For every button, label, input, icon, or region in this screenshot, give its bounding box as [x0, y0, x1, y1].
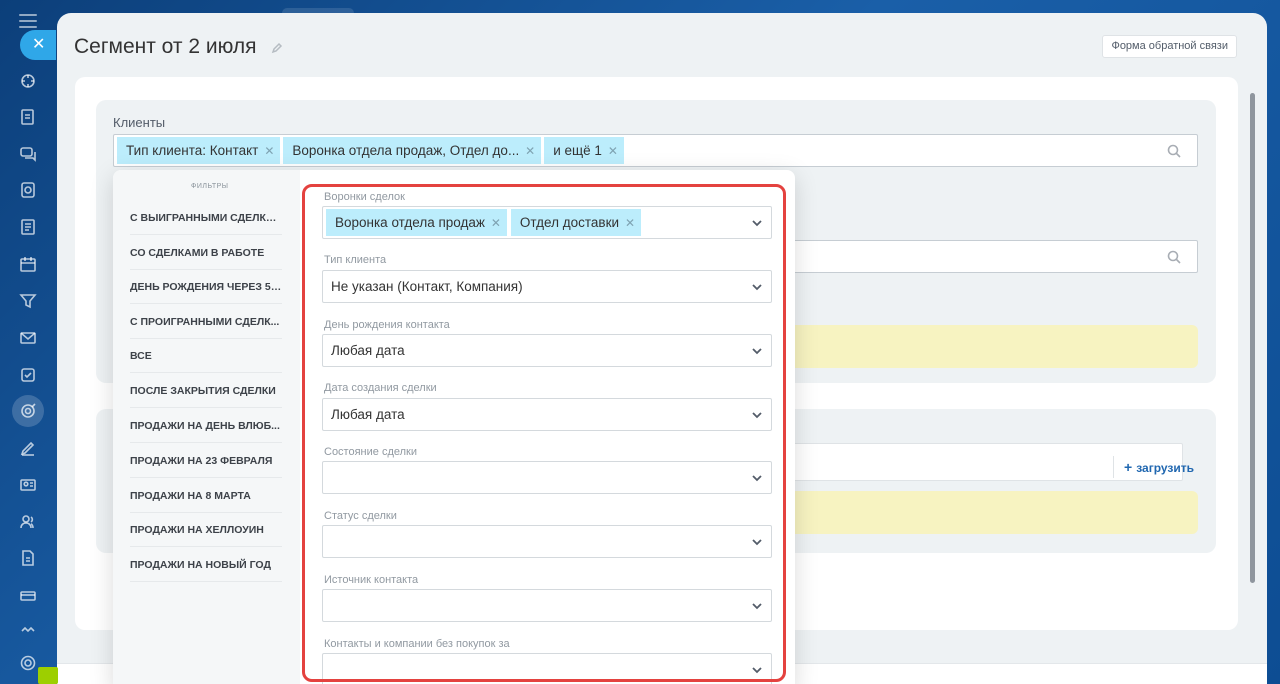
- scrollbar[interactable]: [1250, 93, 1255, 583]
- funnel-tag[interactable]: Отдел доставки ✕: [510, 209, 642, 236]
- save-button-edge[interactable]: [38, 667, 58, 684]
- feedback-form-button[interactable]: Форма обратной связи: [1102, 35, 1237, 58]
- chevron-down-icon[interactable]: [751, 536, 763, 548]
- file-icon[interactable]: [17, 547, 39, 569]
- settings-icon[interactable]: [17, 652, 39, 674]
- contact-source-select[interactable]: [322, 589, 772, 622]
- funnel-icon[interactable]: [17, 290, 39, 312]
- chevron-down-icon[interactable]: [751, 217, 763, 229]
- clients-label: Клиенты: [113, 115, 166, 130]
- tasks-icon[interactable]: [17, 106, 39, 128]
- remove-tag-icon[interactable]: ✕: [485, 216, 507, 230]
- marketing-icon[interactable]: [12, 395, 44, 427]
- upload-button[interactable]: + загрузить: [1113, 456, 1194, 478]
- checklist-icon[interactable]: [17, 364, 39, 386]
- remove-tag-icon[interactable]: ✕: [258, 144, 280, 158]
- no-purchases-select[interactable]: [322, 653, 772, 684]
- upload-button-label: загрузить: [1136, 461, 1194, 475]
- preset-item[interactable]: С ВЫИГРАННЫМИ СДЕЛКА...: [130, 201, 282, 235]
- preset-item[interactable]: С ПРОИГРАННЫМИ СДЕЛК...: [130, 305, 282, 339]
- select-value: Не указан (Контакт, Компания): [331, 279, 523, 294]
- funnel-tag-label: Воронка отдела продаж: [335, 215, 485, 230]
- deal-created-select[interactable]: Любая дата: [322, 398, 772, 431]
- mail-icon[interactable]: [17, 327, 39, 349]
- preset-item[interactable]: ПРОДАЖИ НА ДЕНЬ ВЛЮБ...: [130, 409, 282, 443]
- filter-tag[interactable]: и ещё 1 ✕: [544, 137, 624, 164]
- filter-tag-label: и ещё 1: [553, 143, 602, 158]
- activity-icon[interactable]: [17, 70, 39, 92]
- remove-tag-icon[interactable]: ✕: [602, 144, 624, 158]
- preset-item[interactable]: ПОСЛЕ ЗАКРЫТИЯ СДЕЛКИ: [130, 374, 282, 408]
- secondary-filter-input[interactable]: [786, 240, 1198, 273]
- notice-box: [786, 491, 1198, 534]
- bot-icon[interactable]: [17, 617, 39, 639]
- menu-icon[interactable]: [19, 14, 37, 28]
- search-icon[interactable]: [1167, 144, 1181, 158]
- filter-tag[interactable]: Воронка отдела продаж, Отдел до... ✕: [283, 137, 542, 164]
- field-label: Источник контакта: [324, 574, 419, 586]
- birthday-select[interactable]: Любая дата: [322, 334, 772, 367]
- calendar-icon[interactable]: [17, 253, 39, 275]
- sign-icon[interactable]: [17, 437, 39, 459]
- close-slider-button[interactable]: ✕: [20, 30, 56, 60]
- chevron-down-icon[interactable]: [751, 664, 763, 676]
- clients-filter-input[interactable]: Тип клиента: Контакт ✕ Воронка отдела пр…: [113, 134, 1198, 167]
- preset-item[interactable]: ПРОДАЖИ НА НОВЫЙ ГОД: [130, 548, 282, 582]
- deal-status-select[interactable]: [322, 525, 772, 558]
- chevron-down-icon[interactable]: [751, 409, 763, 421]
- preset-item[interactable]: ПРОДАЖИ НА 8 МАРТА: [130, 479, 282, 513]
- deal-state-select[interactable]: [322, 461, 772, 494]
- left-rail: ✕: [0, 0, 56, 684]
- page-title: Сегмент от 2 июля: [74, 35, 257, 58]
- filter-tag-label: Тип клиента: Контакт: [126, 143, 259, 158]
- users-icon[interactable]: [17, 511, 39, 533]
- field-label: Контакты и компании без покупок за: [324, 638, 510, 650]
- field-label: День рождения контакта: [324, 319, 450, 331]
- filter-tag[interactable]: Тип клиента: Контакт ✕: [117, 137, 281, 164]
- filter-popup: ФИЛЬТРЫ С ВЫИГРАННЫМИ СДЕЛКА... СО СДЕЛК…: [113, 170, 795, 684]
- plus-icon: +: [1124, 459, 1133, 475]
- chevron-down-icon[interactable]: [751, 281, 763, 293]
- presets-title: ФИЛЬТРЫ: [191, 183, 229, 190]
- pencil-icon[interactable]: [271, 41, 283, 54]
- preset-item[interactable]: ВСЕ: [130, 339, 282, 373]
- search-icon[interactable]: [1167, 250, 1181, 264]
- contact-card-icon[interactable]: [17, 474, 39, 496]
- select-value: Любая дата: [331, 407, 405, 422]
- field-label: Состояние сделки: [324, 446, 417, 458]
- preset-item[interactable]: СО СДЕЛКАМИ В РАБОТЕ: [130, 236, 282, 270]
- filter-presets: ФИЛЬТРЫ С ВЫИГРАННЫМИ СДЕЛКА... СО СДЕЛК…: [113, 170, 300, 684]
- client-type-select[interactable]: Не указан (Контакт, Компания): [322, 270, 772, 303]
- documents-icon[interactable]: [17, 216, 39, 238]
- chevron-down-icon[interactable]: [751, 472, 763, 484]
- preset-item[interactable]: ПРОДАЖИ НА ХЕЛЛОУИН: [130, 513, 282, 547]
- field-label: Воронки сделок: [324, 191, 405, 203]
- chevron-down-icon[interactable]: [751, 600, 763, 612]
- filter-tag-label: Воронка отдела продаж, Отдел до...: [292, 143, 520, 158]
- chevron-down-icon[interactable]: [751, 345, 763, 357]
- notice-box: [786, 325, 1198, 368]
- funnel-tag-label: Отдел доставки: [519, 215, 620, 230]
- remove-tag-icon[interactable]: ✕: [519, 144, 541, 158]
- chat-icon[interactable]: [17, 143, 39, 165]
- funnel-tag[interactable]: Воронка отдела продаж ✕: [326, 209, 507, 236]
- field-label: Статус сделки: [324, 510, 397, 522]
- select-value: Любая дата: [331, 343, 405, 358]
- field-label: Дата создания сделки: [324, 382, 437, 394]
- drive-icon[interactable]: [17, 179, 39, 201]
- preset-item[interactable]: ДЕНЬ РОЖДЕНИЯ ЧЕРЕЗ 5 ...: [130, 270, 282, 304]
- field-label: Тип клиента: [324, 254, 387, 266]
- remove-tag-icon[interactable]: ✕: [619, 216, 641, 230]
- preset-item[interactable]: ПРОДАЖИ НА 23 ФЕВРАЛЯ: [130, 444, 282, 478]
- funnels-select[interactable]: Воронка отдела продаж ✕ Отдел доставки ✕: [322, 206, 772, 239]
- store-icon[interactable]: [17, 584, 39, 606]
